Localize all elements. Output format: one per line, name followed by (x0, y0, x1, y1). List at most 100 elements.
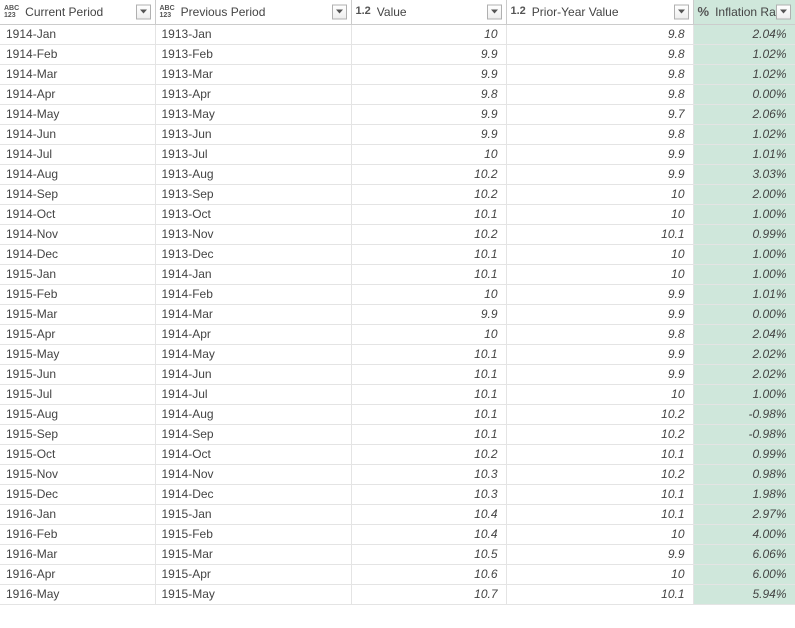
cell-current-period[interactable]: 1915-Jul (0, 384, 155, 404)
cell-prior-year-value[interactable]: 9.9 (506, 164, 693, 184)
cell-inflation-rate[interactable]: 1.01% (693, 144, 795, 164)
table-row[interactable]: 1916-Mar1915-Mar10.59.96.06% (0, 544, 795, 564)
cell-inflation-rate[interactable]: 2.06% (693, 104, 795, 124)
cell-prior-year-value[interactable]: 9.8 (506, 24, 693, 44)
cell-prior-year-value[interactable]: 10 (506, 564, 693, 584)
table-row[interactable]: 1915-Aug1914-Aug10.110.2-0.98% (0, 404, 795, 424)
cell-prior-year-value[interactable]: 10.1 (506, 444, 693, 464)
cell-inflation-rate[interactable]: 0.99% (693, 444, 795, 464)
cell-value[interactable]: 10.1 (351, 384, 506, 404)
cell-previous-period[interactable]: 1914-Nov (155, 464, 351, 484)
cell-value[interactable]: 9.9 (351, 124, 506, 144)
column-dropdown-button[interactable] (136, 4, 151, 19)
cell-value[interactable]: 10.7 (351, 584, 506, 604)
cell-inflation-rate[interactable]: 1.02% (693, 44, 795, 64)
cell-prior-year-value[interactable]: 9.8 (506, 64, 693, 84)
cell-value[interactable]: 9.9 (351, 304, 506, 324)
cell-previous-period[interactable]: 1915-Apr (155, 564, 351, 584)
table-row[interactable]: 1916-Jan1915-Jan10.410.12.97% (0, 504, 795, 524)
cell-previous-period[interactable]: 1913-Dec (155, 244, 351, 264)
cell-value[interactable]: 9.9 (351, 64, 506, 84)
cell-previous-period[interactable]: 1914-Jul (155, 384, 351, 404)
table-row[interactable]: 1914-Jan1913-Jan109.82.04% (0, 24, 795, 44)
cell-current-period[interactable]: 1914-Apr (0, 84, 155, 104)
cell-prior-year-value[interactable]: 10 (506, 204, 693, 224)
table-row[interactable]: 1914-Nov1913-Nov10.210.10.99% (0, 224, 795, 244)
table-row[interactable]: 1914-Jun1913-Jun9.99.81.02% (0, 124, 795, 144)
cell-current-period[interactable]: 1915-Feb (0, 284, 155, 304)
cell-current-period[interactable]: 1914-Nov (0, 224, 155, 244)
cell-current-period[interactable]: 1915-Aug (0, 404, 155, 424)
table-row[interactable]: 1914-Dec1913-Dec10.1101.00% (0, 244, 795, 264)
cell-prior-year-value[interactable]: 10 (506, 524, 693, 544)
cell-inflation-rate[interactable]: 5.94% (693, 584, 795, 604)
cell-previous-period[interactable]: 1914-May (155, 344, 351, 364)
table-row[interactable]: 1916-May1915-May10.710.15.94% (0, 584, 795, 604)
cell-value[interactable]: 10.2 (351, 184, 506, 204)
cell-current-period[interactable]: 1916-May (0, 584, 155, 604)
cell-inflation-rate[interactable]: 1.00% (693, 204, 795, 224)
cell-value[interactable]: 10.1 (351, 344, 506, 364)
cell-value[interactable]: 10.2 (351, 444, 506, 464)
cell-previous-period[interactable]: 1914-Apr (155, 324, 351, 344)
cell-value[interactable]: 9.8 (351, 84, 506, 104)
cell-value[interactable]: 10.1 (351, 204, 506, 224)
cell-previous-period[interactable]: 1913-Jun (155, 124, 351, 144)
cell-prior-year-value[interactable]: 10.2 (506, 424, 693, 444)
cell-previous-period[interactable]: 1913-Mar (155, 64, 351, 84)
table-row[interactable]: 1914-Feb1913-Feb9.99.81.02% (0, 44, 795, 64)
cell-previous-period[interactable]: 1915-Jan (155, 504, 351, 524)
cell-current-period[interactable]: 1915-Oct (0, 444, 155, 464)
table-row[interactable]: 1915-May1914-May10.19.92.02% (0, 344, 795, 364)
cell-current-period[interactable]: 1915-Jan (0, 264, 155, 284)
cell-previous-period[interactable]: 1914-Oct (155, 444, 351, 464)
cell-prior-year-value[interactable]: 9.9 (506, 304, 693, 324)
table-row[interactable]: 1914-Aug1913-Aug10.29.93.03% (0, 164, 795, 184)
cell-previous-period[interactable]: 1913-Jan (155, 24, 351, 44)
cell-prior-year-value[interactable]: 9.9 (506, 344, 693, 364)
cell-prior-year-value[interactable]: 10 (506, 384, 693, 404)
cell-value[interactable]: 10.2 (351, 224, 506, 244)
cell-current-period[interactable]: 1916-Mar (0, 544, 155, 564)
cell-prior-year-value[interactable]: 9.9 (506, 284, 693, 304)
cell-inflation-rate[interactable]: 1.00% (693, 244, 795, 264)
table-row[interactable]: 1914-Apr1913-Apr9.89.80.00% (0, 84, 795, 104)
column-dropdown-button[interactable] (332, 4, 347, 19)
cell-previous-period[interactable]: 1915-Feb (155, 524, 351, 544)
cell-inflation-rate[interactable]: 2.02% (693, 344, 795, 364)
table-row[interactable]: 1915-Dec1914-Dec10.310.11.98% (0, 484, 795, 504)
cell-previous-period[interactable]: 1914-Mar (155, 304, 351, 324)
cell-value[interactable]: 10.1 (351, 244, 506, 264)
cell-value[interactable]: 10.1 (351, 364, 506, 384)
cell-previous-period[interactable]: 1913-Feb (155, 44, 351, 64)
table-row[interactable]: 1914-Jul1913-Jul109.91.01% (0, 144, 795, 164)
cell-inflation-rate[interactable]: 6.06% (693, 544, 795, 564)
cell-previous-period[interactable]: 1913-Nov (155, 224, 351, 244)
table-row[interactable]: 1916-Apr1915-Apr10.6106.00% (0, 564, 795, 584)
table-row[interactable]: 1915-Nov1914-Nov10.310.20.98% (0, 464, 795, 484)
header-current-period[interactable]: ABC123 Current Period (0, 0, 155, 24)
cell-previous-period[interactable]: 1913-May (155, 104, 351, 124)
cell-inflation-rate[interactable]: -0.98% (693, 424, 795, 444)
cell-value[interactable]: 10.3 (351, 484, 506, 504)
cell-prior-year-value[interactable]: 10.2 (506, 404, 693, 424)
cell-prior-year-value[interactable]: 9.9 (506, 144, 693, 164)
cell-prior-year-value[interactable]: 9.8 (506, 44, 693, 64)
table-row[interactable]: 1915-Oct1914-Oct10.210.10.99% (0, 444, 795, 464)
table-row[interactable]: 1915-Sep1914-Sep10.110.2-0.98% (0, 424, 795, 444)
cell-prior-year-value[interactable]: 10 (506, 184, 693, 204)
table-row[interactable]: 1915-Jul1914-Jul10.1101.00% (0, 384, 795, 404)
cell-prior-year-value[interactable]: 10.1 (506, 484, 693, 504)
cell-current-period[interactable]: 1916-Jan (0, 504, 155, 524)
cell-inflation-rate[interactable]: 0.99% (693, 224, 795, 244)
cell-prior-year-value[interactable]: 10.1 (506, 584, 693, 604)
cell-value[interactable]: 10 (351, 144, 506, 164)
cell-current-period[interactable]: 1915-Jun (0, 364, 155, 384)
cell-prior-year-value[interactable]: 9.8 (506, 84, 693, 104)
table-row[interactable]: 1914-May1913-May9.99.72.06% (0, 104, 795, 124)
cell-previous-period[interactable]: 1914-Jan (155, 264, 351, 284)
cell-current-period[interactable]: 1916-Apr (0, 564, 155, 584)
column-dropdown-button[interactable] (487, 4, 502, 19)
cell-inflation-rate[interactable]: 0.98% (693, 464, 795, 484)
cell-current-period[interactable]: 1914-Mar (0, 64, 155, 84)
